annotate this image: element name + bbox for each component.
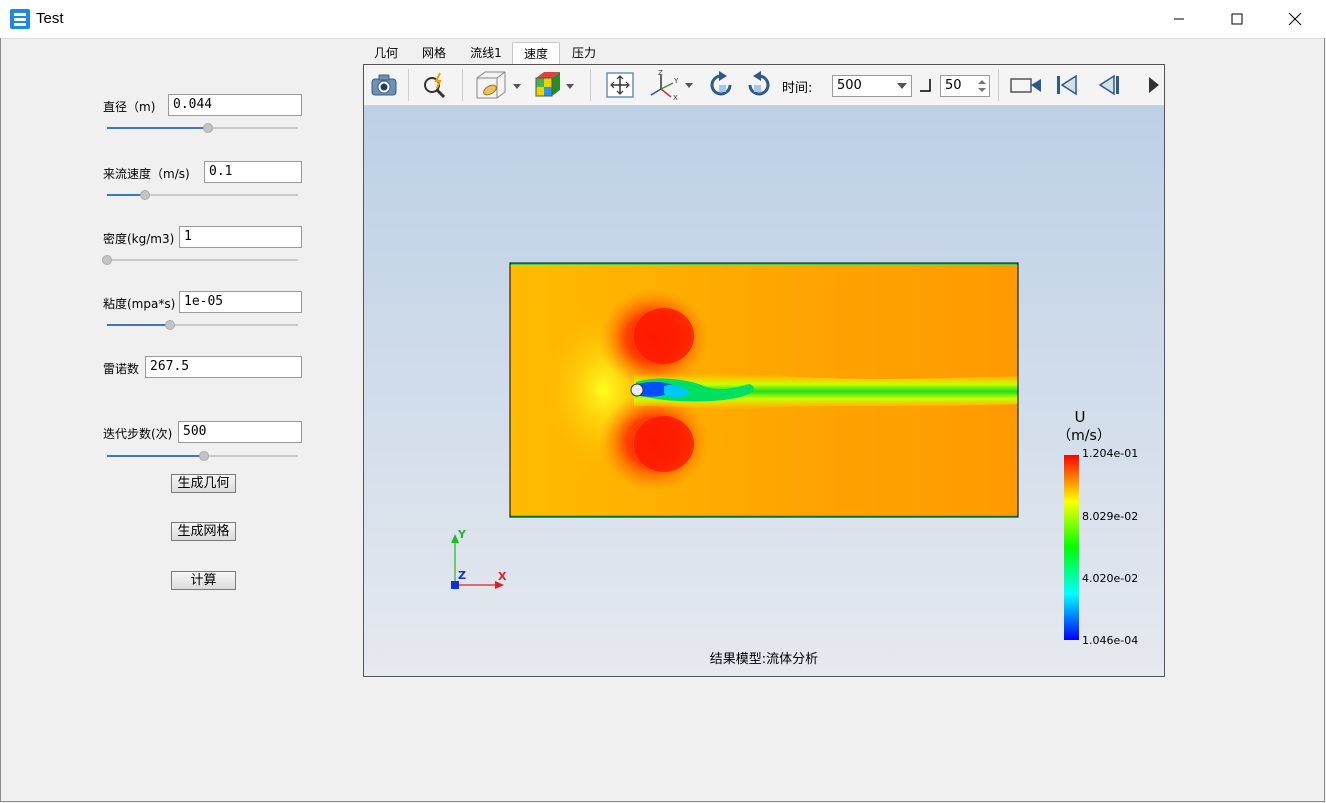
compute-button[interactable]: 计算 (171, 571, 236, 590)
rotate-left-button[interactable] (704, 69, 738, 101)
record-button[interactable] (1008, 69, 1044, 101)
viscosity-field[interactable]: 1e-05 (179, 291, 302, 313)
tab-streamline1[interactable]: 流线1 (462, 42, 510, 64)
density-field[interactable]: 1 (179, 226, 302, 248)
axis-z-label: Z (458, 569, 466, 582)
iterations-slider[interactable] (107, 450, 298, 462)
generate-geometry-button[interactable]: 生成几何 (171, 474, 236, 493)
color-cube-button[interactable] (530, 69, 580, 101)
fit-view-button[interactable] (602, 69, 638, 101)
legend-color-bar (1064, 455, 1079, 640)
time-select[interactable]: 500 (832, 75, 912, 97)
density-slider[interactable] (102, 254, 298, 266)
diameter-field[interactable]: 0.044 (168, 94, 302, 116)
render-scene: Y X Z U （m/s） 1.204e-01 8.029e-02 4.020e… (364, 106, 1164, 676)
diameter-slider[interactable] (107, 122, 298, 134)
step-spinner-value: 50 (945, 78, 962, 93)
slider-thumb[interactable] (140, 190, 151, 200)
inflow-velocity-slider[interactable] (107, 189, 298, 201)
svg-text:Z: Z (658, 69, 663, 77)
density-label: 密度(kg/m3) (103, 232, 175, 246)
time-select-value: 500 (837, 78, 862, 93)
tab-geometry[interactable]: 几何 (364, 42, 408, 64)
rotate-right-icon (748, 71, 770, 96)
view-box-button[interactable] (472, 69, 524, 101)
iterations-field[interactable]: 500 (178, 421, 302, 443)
step-icon (920, 79, 931, 92)
tab-mesh[interactable]: 网格 (412, 42, 456, 64)
inflow-velocity-label: 来流速度（m/s) (103, 167, 190, 181)
flow-domain (510, 263, 1018, 517)
time-label: 时间: (782, 81, 813, 96)
rotate-right-button[interactable] (742, 69, 776, 101)
prev-frame-icon (1098, 74, 1119, 96)
viscosity-label: 粘度(mpa*s) (103, 297, 176, 311)
viscosity-slider[interactable] (107, 319, 298, 331)
generate-mesh-button[interactable]: 生成网格 (171, 522, 236, 541)
svg-text:Y: Y (673, 77, 679, 85)
app-icon (10, 9, 30, 29)
legend-tick-2: 8.029e-02 (1082, 510, 1138, 523)
view-box-icon (476, 71, 521, 99)
tab-velocity[interactable]: 速度 (512, 42, 560, 64)
axes-view-button[interactable]: Z Y X (646, 69, 698, 101)
zoom-button[interactable] (418, 69, 452, 101)
velocity-field-plot: Y X Z U （m/s） 1.204e-01 8.029e-02 4.020e… (451, 262, 1138, 667)
chevron-down-icon (897, 83, 907, 89)
close-button[interactable] (1266, 0, 1324, 38)
rotate-left-icon (710, 71, 732, 96)
diameter-label: 直径（m) (103, 100, 156, 114)
axes-icon: Z Y X (650, 69, 693, 101)
viewer-toolbar: Z Y X 时间: 500 50 (364, 65, 1164, 106)
legend-tick-max: 1.204e-01 (1082, 447, 1138, 460)
legend-tick-3: 4.020e-02 (1082, 572, 1138, 585)
legend-unit: （m/s） (1057, 428, 1111, 444)
tab-pressure[interactable]: 压力 (562, 42, 606, 64)
screenshot-button[interactable] (368, 69, 400, 101)
title-bar: Test (0, 0, 1326, 39)
result-caption: 结果模型:流体分析 (710, 652, 818, 667)
cylinder-obstacle (630, 383, 644, 397)
color-legend: U （m/s） 1.204e-01 8.029e-02 4.020e-02 1.… (1057, 408, 1138, 647)
result-viewer: Z Y X 时间: 500 50 Y X Z U （m/s） 1.204e-01… (363, 64, 1165, 677)
record-icon (1010, 78, 1041, 93)
svg-text:X: X (673, 94, 678, 101)
reynolds-field[interactable]: 267.5 (145, 356, 302, 378)
prev-frame-button[interactable] (1092, 69, 1126, 101)
minimize-button[interactable] (1150, 0, 1208, 38)
color-cube-icon (535, 72, 574, 97)
first-frame-button[interactable] (1050, 69, 1084, 101)
spinner-arrows-icon (978, 80, 986, 92)
maximize-icon (1231, 13, 1243, 25)
play-button[interactable] (1144, 69, 1164, 101)
first-frame-icon (1057, 74, 1077, 96)
axis-triad: Y X Z (451, 528, 507, 589)
close-icon (1288, 12, 1302, 26)
camera-icon (371, 74, 397, 96)
step-spinner[interactable]: 50 (940, 75, 990, 97)
slider-thumb[interactable] (199, 451, 210, 461)
minimize-icon (1174, 18, 1184, 20)
axis-x-label: X (498, 570, 507, 583)
maximize-button[interactable] (1208, 0, 1266, 38)
slider-thumb[interactable] (102, 255, 112, 265)
axis-y-label: Y (457, 528, 467, 541)
play-icon (1149, 77, 1159, 93)
iterations-label: 迭代步数(次) (103, 427, 173, 441)
fit-view-icon (606, 72, 634, 98)
legend-title: U (1075, 408, 1086, 426)
inflow-velocity-field[interactable]: 0.1 (204, 161, 302, 183)
window-title: Test (36, 10, 64, 27)
slider-thumb[interactable] (165, 320, 176, 330)
legend-tick-min: 1.046e-04 (1082, 634, 1138, 647)
reynolds-label: 雷诺数 (103, 362, 140, 376)
slider-thumb[interactable] (203, 123, 214, 133)
zoom-icon (424, 72, 446, 99)
